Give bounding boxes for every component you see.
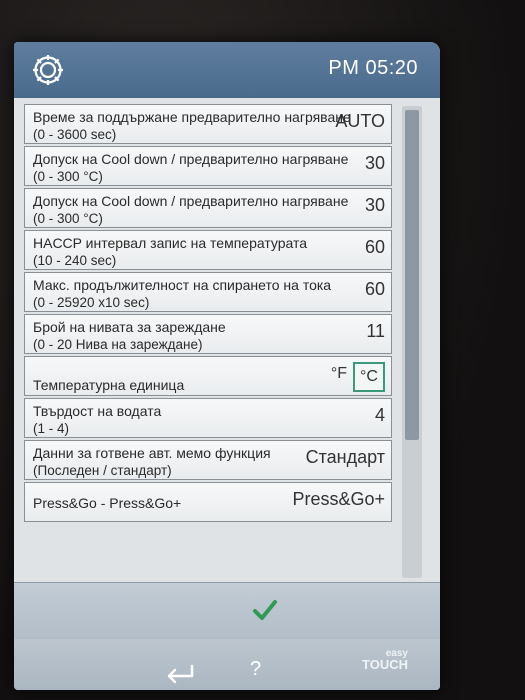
- settings-list-area: Време за поддържане предварително нагряв…: [14, 98, 440, 582]
- confirm-button[interactable]: [14, 582, 440, 639]
- setting-temperature-unit: Температурна единица °F °C: [24, 356, 392, 396]
- settings-list: Време за поддържане предварително нагряв…: [24, 104, 396, 524]
- setting-label: Допуск на Cool down / предварително нагр…: [33, 151, 349, 167]
- setting-preheat-hold-time[interactable]: Време за поддържане предварително нагряв…: [24, 104, 392, 144]
- header-bar: PM 05:20: [14, 42, 440, 98]
- setting-value: Press&Go+: [292, 489, 385, 509]
- setting-value: 60: [364, 279, 385, 299]
- setting-label: Време за поддържане предварително нагряв…: [33, 109, 351, 125]
- scrollbar-thumb[interactable]: [405, 110, 419, 440]
- setting-power-failure-duration[interactable]: Макс. продължителност на спирането на то…: [24, 272, 392, 312]
- setting-range: (0 - 3600 sec): [33, 127, 117, 142]
- setting-value: Стандарт: [305, 447, 385, 467]
- setting-value: 30: [364, 153, 385, 173]
- setting-label: Твърдост на водата: [33, 403, 162, 419]
- gear-icon[interactable]: [30, 52, 66, 88]
- unit-celsius-option[interactable]: °C: [353, 362, 385, 392]
- setting-range: (1 - 4): [33, 421, 70, 436]
- setting-label: Температурна единица: [33, 377, 185, 393]
- help-button[interactable]: ?: [250, 658, 261, 681]
- checkmark-icon: [253, 600, 277, 620]
- setting-water-hardness[interactable]: Твърдост на водата (1 - 4) 4: [24, 398, 392, 438]
- setting-label: Брой на нивата за зареждане: [33, 319, 226, 335]
- setting-press-go[interactable]: Press&Go - Press&Go+ Press&Go+: [24, 482, 392, 522]
- unit-fahrenheit-option[interactable]: °F: [331, 365, 347, 383]
- setting-value: 60: [364, 237, 385, 257]
- setting-label: Допуск на Cool down / предварително нагр…: [33, 193, 349, 209]
- setting-value: AUTO: [335, 111, 385, 131]
- footer-bar: ? easy TOUCH: [14, 582, 440, 690]
- setting-value: 11: [366, 321, 385, 341]
- brand-logo: easy TOUCH: [362, 648, 408, 672]
- setting-range: (0 - 20 Нива на зареждане): [33, 337, 203, 352]
- setting-haccp-interval[interactable]: HACCP интервал запис на температурата (1…: [24, 230, 392, 270]
- setting-load-levels[interactable]: Брой на нивата за зареждане (0 - 20 Нива…: [24, 314, 392, 354]
- setting-cooldown-tolerance-1[interactable]: Допуск на Cool down / предварително нагр…: [24, 146, 392, 186]
- setting-cooking-memo[interactable]: Данни за готвене авт. мемо функция (Посл…: [24, 440, 392, 480]
- back-arrow-icon[interactable]: [162, 660, 198, 684]
- setting-range: (0 - 25920 x10 sec): [33, 295, 150, 310]
- clock-display: PM 05:20: [328, 57, 418, 79]
- setting-value: 4: [374, 405, 385, 425]
- brand-line2: TOUCH: [362, 657, 408, 672]
- setting-label: Макс. продължителност на спирането на то…: [33, 277, 332, 293]
- setting-value: 30: [364, 195, 385, 215]
- setting-range: (10 - 240 sec): [33, 253, 117, 268]
- setting-range: (0 - 300 °C): [33, 169, 103, 184]
- scrollbar[interactable]: [402, 106, 422, 578]
- setting-range: (0 - 300 °C): [33, 211, 103, 226]
- setting-cooldown-tolerance-2[interactable]: Допуск на Cool down / предварително нагр…: [24, 188, 392, 228]
- touch-screen: PM 05:20 Време за поддържане предварител…: [14, 42, 440, 690]
- setting-label: HACCP интервал запис на температурата: [33, 235, 308, 251]
